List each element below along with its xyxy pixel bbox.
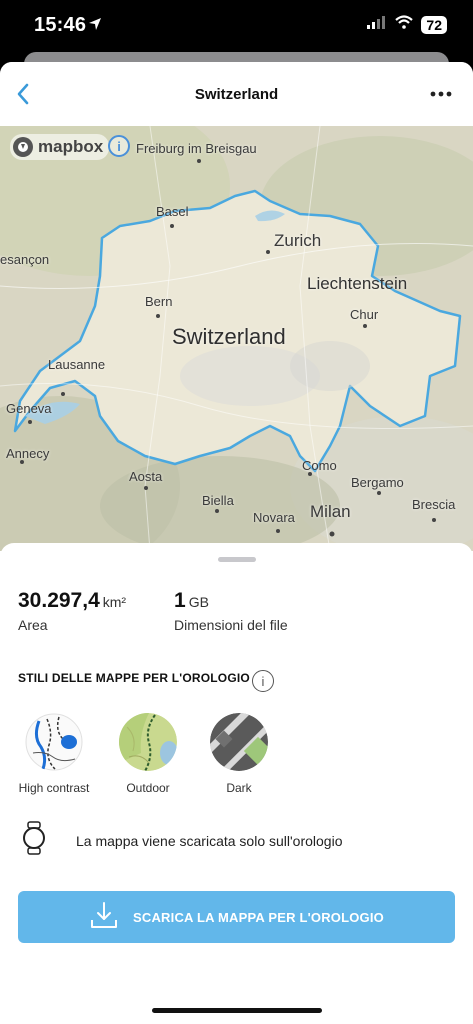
watch-icon	[22, 821, 46, 860]
map-label-besancon: esançon	[0, 252, 50, 267]
map-detail-screen: Switzerland mapbox i Freiburg im Breisga…	[0, 62, 473, 1024]
area-stat: 30.297,4 km² Area	[18, 589, 126, 633]
page-title: Switzerland	[194, 86, 279, 103]
map-label-aosta: Aosta	[129, 469, 163, 484]
file-size-unit: GB	[188, 594, 209, 610]
outdoor-label: Outdoor	[126, 781, 170, 795]
map-label-bergamo: Bergamo	[351, 475, 404, 490]
ellipsis-icon	[430, 91, 452, 97]
download-note: La mappa viene scaricata solo sull'orolo…	[22, 821, 343, 860]
file-size-stat: 1 GB Dimensioni del file	[174, 589, 288, 633]
high-contrast-thumbnail	[25, 713, 83, 771]
battery-indicator: 72	[421, 15, 447, 34]
map-label-switzerland: Switzerland	[172, 324, 286, 349]
map-view[interactable]: mapbox i Freiburg im Breisgau Basel Zuri…	[0, 126, 473, 551]
file-size-label: Dimensioni del file	[174, 617, 288, 633]
map-label-zurich: Zurich	[274, 231, 322, 250]
map-label-geneva: Geneva	[6, 401, 52, 416]
download-note-text: La mappa viene scaricata solo sull'orolo…	[76, 832, 343, 849]
status-bar: 15:46 72	[0, 0, 473, 52]
map-info-icon[interactable]: i	[108, 135, 130, 157]
mapbox-icon	[13, 137, 33, 157]
area-unit: km²	[102, 594, 127, 610]
style-option-dark[interactable]: Dark	[199, 713, 279, 795]
navigation-bar: Switzerland	[0, 62, 473, 126]
info-icon[interactable]: i	[252, 670, 274, 692]
high-contrast-label: High contrast	[18, 781, 90, 795]
wifi-icon	[395, 15, 414, 34]
mapbox-logo: mapbox	[10, 134, 110, 160]
map-details-panel: 30.297,4 km² Area 1 GB Dimensioni del file…	[0, 543, 473, 1024]
map-label-basel: Basel	[156, 204, 189, 219]
map-label-liechtenstein: Liechtenstein	[307, 274, 408, 293]
area-label: Area	[18, 617, 48, 633]
more-options-button[interactable]	[427, 82, 455, 106]
area-value: 30.297,4	[18, 589, 100, 612]
map-styles-title: STILI DELLE MAPPE PER L'OROLOGIO	[18, 671, 250, 685]
style-option-high-contrast[interactable]: High contrast	[14, 713, 94, 795]
status-indicators: 72	[367, 15, 447, 34]
map-label-novara: Novara	[253, 510, 295, 525]
dark-label: Dark	[226, 781, 252, 795]
map-label-bern: Bern	[145, 294, 173, 309]
outdoor-thumbnail	[119, 713, 177, 771]
map-styles-list: High contrast Outdoor Dark	[18, 713, 318, 823]
map-label-annecy: Annecy	[6, 446, 50, 461]
map-label-freiburg: Freiburg im Breisgau	[136, 141, 257, 156]
map-label-chur: Chur	[350, 307, 379, 322]
drag-handle[interactable]	[218, 557, 256, 562]
dark-thumbnail	[210, 713, 268, 771]
cellular-signal-icon	[367, 15, 387, 34]
file-size-value: 1	[174, 589, 186, 612]
home-indicator[interactable]	[152, 1008, 322, 1013]
download-button-label: SCARICA LA MAPPA PER L'OROLOGIO	[133, 909, 384, 925]
map-label-biella: Biella	[202, 493, 234, 508]
map-label-lausanne: Lausanne	[48, 357, 106, 372]
map-label-milan: Milan	[310, 502, 351, 521]
download-map-button[interactable]: SCARICA LA MAPPA PER L'OROLOGIO	[18, 891, 455, 943]
map-label-brescia: Brescia	[412, 497, 456, 512]
download-icon	[89, 900, 119, 935]
mapbox-attribution: mapbox	[38, 137, 104, 156]
location-arrow-icon	[88, 17, 102, 36]
style-option-outdoor[interactable]: Outdoor	[108, 713, 188, 795]
map-label-como: Como	[302, 458, 337, 473]
status-time: 15:46	[34, 14, 87, 36]
